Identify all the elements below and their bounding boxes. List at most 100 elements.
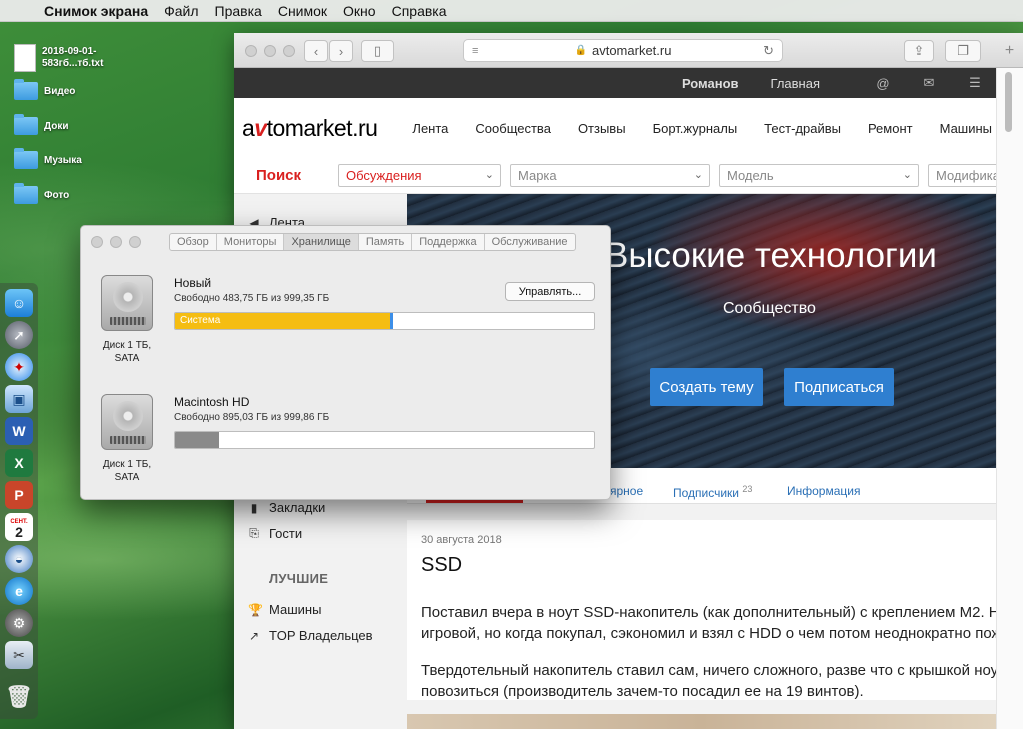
- tab-overview[interactable]: Обзор: [170, 234, 217, 250]
- site-logo[interactable]: avtomarket.ru: [242, 114, 378, 142]
- share-button[interactable]: ⇪: [904, 40, 934, 62]
- menu-app-name[interactable]: Снимок экрана: [36, 3, 156, 19]
- logo-v: v: [254, 114, 267, 141]
- storage-usage-bar[interactable]: [174, 431, 595, 449]
- menu-window[interactable]: Окно: [335, 3, 384, 19]
- edge-icon[interactable]: e: [5, 577, 33, 605]
- close-window-button[interactable]: [245, 45, 257, 57]
- post-text-line: Поставил вчера в ноут SSD-накопитель (ка…: [421, 604, 1000, 621]
- tab-service[interactable]: Обслуживание: [485, 234, 575, 250]
- sidebar-toggle-button[interactable]: ▯: [361, 40, 394, 62]
- site-top-nav: Романов Главная @ ✉ ☰: [234, 68, 1023, 98]
- volume-name: Новый: [174, 276, 212, 290]
- powerpoint-icon[interactable]: P: [5, 481, 33, 509]
- sidebar-item-top-owners[interactable]: ↗ TOP Владельцев: [248, 628, 373, 643]
- desktop-folder-photo[interactable]: Фото: [14, 183, 70, 204]
- post-text-line: Твердотельный накопитель ставил сам, нич…: [421, 662, 999, 679]
- close-window-button[interactable]: [91, 236, 103, 248]
- nav-test-drives[interactable]: Тест-драйвы: [764, 121, 841, 136]
- word-icon[interactable]: W: [5, 417, 33, 445]
- tab-info[interactable]: Информация: [787, 484, 860, 498]
- tab-memory[interactable]: Память: [359, 234, 413, 250]
- discussions-select[interactable]: Обсуждения ⌄: [338, 164, 501, 187]
- volume-name: Macintosh HD: [174, 395, 250, 409]
- sidebar-item-bookmarks[interactable]: ▮ Закладки: [248, 500, 326, 515]
- post-area: 30 августа 2018 SSD Поставил вчера в ноу…: [407, 504, 1002, 729]
- subscribe-button[interactable]: Подписаться: [784, 368, 894, 406]
- disk-label: Диск 1 ТБ, SATA: [91, 458, 163, 484]
- home-link[interactable]: Главная: [771, 76, 820, 91]
- tab-support[interactable]: Поддержка: [412, 234, 485, 250]
- logo-suffix: tomarket.ru: [266, 114, 378, 141]
- community-subtitle: Сообщество: [723, 300, 816, 317]
- nav-repair[interactable]: Ремонт: [868, 121, 913, 136]
- trend-icon: ↗: [248, 628, 260, 643]
- chevron-down-icon: ⌄: [693, 169, 703, 181]
- system-preferences-icon[interactable]: ⚙: [5, 609, 33, 637]
- desktop-folder-video[interactable]: Видео: [14, 79, 75, 100]
- preview-icon[interactable]: ▣: [5, 385, 33, 413]
- sidebar-item-guests[interactable]: ⎘ Гости: [248, 526, 302, 541]
- storage-usage-bar[interactable]: Система: [174, 312, 595, 330]
- username-link[interactable]: Романов: [682, 76, 739, 91]
- folder-label: Фото: [44, 189, 70, 201]
- lock-icon: 🔒: [574, 45, 587, 56]
- nav-cars[interactable]: Машины: [940, 121, 992, 136]
- nav-communities[interactable]: Сообщества: [475, 121, 551, 136]
- nav-logbooks[interactable]: Борт.журналы: [653, 121, 738, 136]
- folder-icon: [14, 79, 38, 100]
- tab-subscribers[interactable]: Подписчики 23: [673, 484, 752, 500]
- menu-capture[interactable]: Снимок: [270, 3, 335, 19]
- at-icon[interactable]: @: [860, 76, 906, 91]
- trash-icon[interactable]: 🗑: [5, 683, 33, 711]
- reader-icon[interactable]: ≡: [472, 45, 478, 57]
- forward-button[interactable]: ›: [329, 40, 353, 62]
- zoom-window-button[interactable]: [129, 236, 141, 248]
- screenshot-app-icon[interactable]: ✂: [5, 641, 33, 669]
- disk-label-line-1: Диск 1 ТБ,: [102, 459, 152, 470]
- zoom-window-button[interactable]: [283, 45, 295, 57]
- tabs-button[interactable]: ❐: [945, 40, 981, 62]
- menu-help[interactable]: Справка: [384, 3, 455, 19]
- menu-edit[interactable]: Правка: [207, 3, 270, 19]
- create-topic-button[interactable]: Создать тему: [650, 368, 763, 406]
- excel-icon[interactable]: X: [5, 449, 33, 477]
- model-select[interactable]: Модель ⌄: [719, 164, 919, 187]
- nav-feed[interactable]: Лента: [412, 121, 448, 136]
- select-value: Обсуждения: [346, 168, 422, 183]
- calendar-icon[interactable]: СЕНТ. 2: [5, 513, 33, 541]
- vertical-scrollbar[interactable]: [996, 68, 1023, 729]
- minimize-window-button[interactable]: [264, 45, 276, 57]
- scrollbar-thumb[interactable]: [1005, 72, 1012, 132]
- tab-popular[interactable]: ярное: [610, 484, 643, 498]
- new-tab-button[interactable]: +: [996, 33, 1023, 68]
- back-button[interactable]: ‹: [304, 40, 328, 62]
- menu-icon[interactable]: ☰: [952, 75, 998, 91]
- desktop-text-file[interactable]: 2018-09-01- 583гб...тб.txt: [14, 44, 103, 72]
- finder-icon[interactable]: ☺: [5, 289, 33, 317]
- search-row: Поиск Обсуждения ⌄ Марка ⌄ Модель ⌄ Модифик…: [234, 158, 1023, 194]
- menu-file[interactable]: Файл: [156, 3, 206, 19]
- bookmark-icon: ▮: [250, 500, 258, 515]
- reload-icon[interactable]: ↻: [763, 43, 774, 59]
- safari-icon[interactable]: ✦: [5, 353, 33, 381]
- desktop-folder-music[interactable]: Музыка: [14, 148, 82, 169]
- address-bar[interactable]: ≡ 🔒 avtomarket.ru ↻: [463, 39, 783, 62]
- community-title: Высокие технологии: [605, 236, 937, 275]
- file-name-line-1: 2018-09-01-: [42, 46, 97, 57]
- chevron-down-icon: ⌄: [902, 169, 912, 181]
- sidebar-item-cars[interactable]: 🏆 Машины: [248, 602, 321, 617]
- tab-storage[interactable]: Хранилище: [284, 234, 359, 250]
- launchpad-icon[interactable]: ➚: [5, 321, 33, 349]
- manage-button[interactable]: Управлять...: [505, 282, 595, 301]
- active-tab-indicator: [426, 500, 523, 503]
- nav-reviews[interactable]: Отзывы: [578, 121, 626, 136]
- desktop-folder-docs[interactable]: Доки: [14, 114, 69, 135]
- minimize-window-button[interactable]: [110, 236, 122, 248]
- disk-utility-icon[interactable]: ◒: [5, 545, 33, 573]
- brand-select[interactable]: Марка ⌄: [510, 164, 710, 187]
- text-file-icon: [14, 44, 36, 72]
- tab-displays[interactable]: Мониторы: [217, 234, 285, 250]
- mail-icon[interactable]: ✉: [906, 75, 952, 91]
- post-title[interactable]: SSD: [421, 554, 462, 577]
